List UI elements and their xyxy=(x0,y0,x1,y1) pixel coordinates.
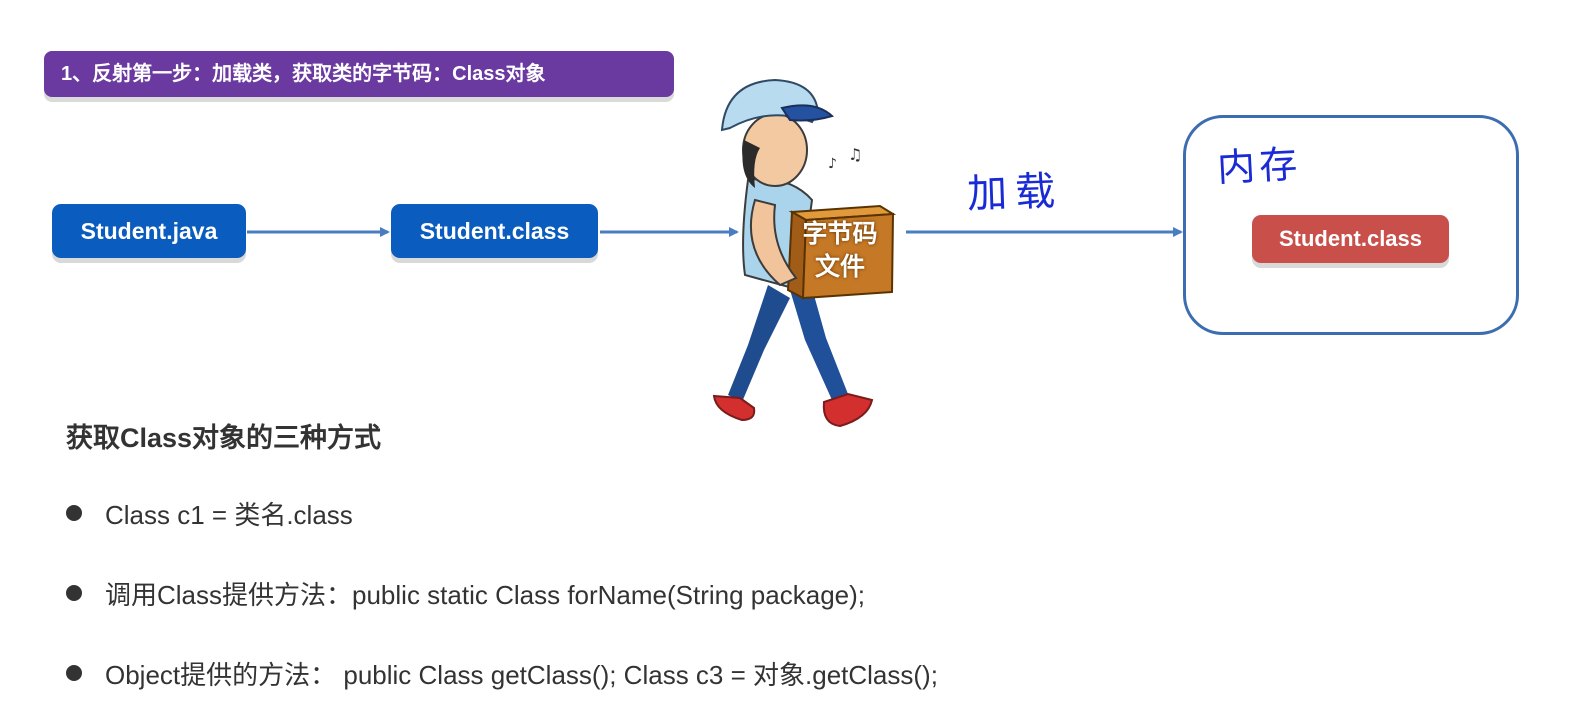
node-student-java: Student.java xyxy=(52,204,246,258)
svg-text:♪: ♪ xyxy=(828,156,837,172)
node-student-class: Student.class xyxy=(391,204,598,258)
list-item-text: Class c1 = 类名.class xyxy=(105,499,353,530)
bullet-icon xyxy=(66,665,82,681)
section-heading: 获取Class对象的三种方式 xyxy=(66,423,382,453)
list-item-text: 调用Class提供方法：public static Class forName(… xyxy=(105,579,865,610)
bullet-icon xyxy=(66,585,82,601)
bullet-icon xyxy=(66,505,82,521)
svg-text:♫: ♫ xyxy=(848,145,862,164)
load-label: 加载 xyxy=(966,168,1064,218)
memory-label: 内存 xyxy=(1216,141,1303,191)
bytecode-box-label: 字节码 文件 xyxy=(790,218,890,284)
list-item: 调用Class提供方法：public static Class forName(… xyxy=(66,576,865,610)
node-memory-student-class: Student.class xyxy=(1252,215,1449,263)
list-item: Class c1 = 类名.class xyxy=(66,496,353,530)
bytecode-box-label-line2: 文件 xyxy=(814,253,865,281)
list-item-text: Object提供的方法： public Class getClass(); Cl… xyxy=(105,659,938,690)
bytecode-box-label-line1: 字节码 xyxy=(802,220,878,248)
list-item: Object提供的方法： public Class getClass(); Cl… xyxy=(66,656,938,690)
